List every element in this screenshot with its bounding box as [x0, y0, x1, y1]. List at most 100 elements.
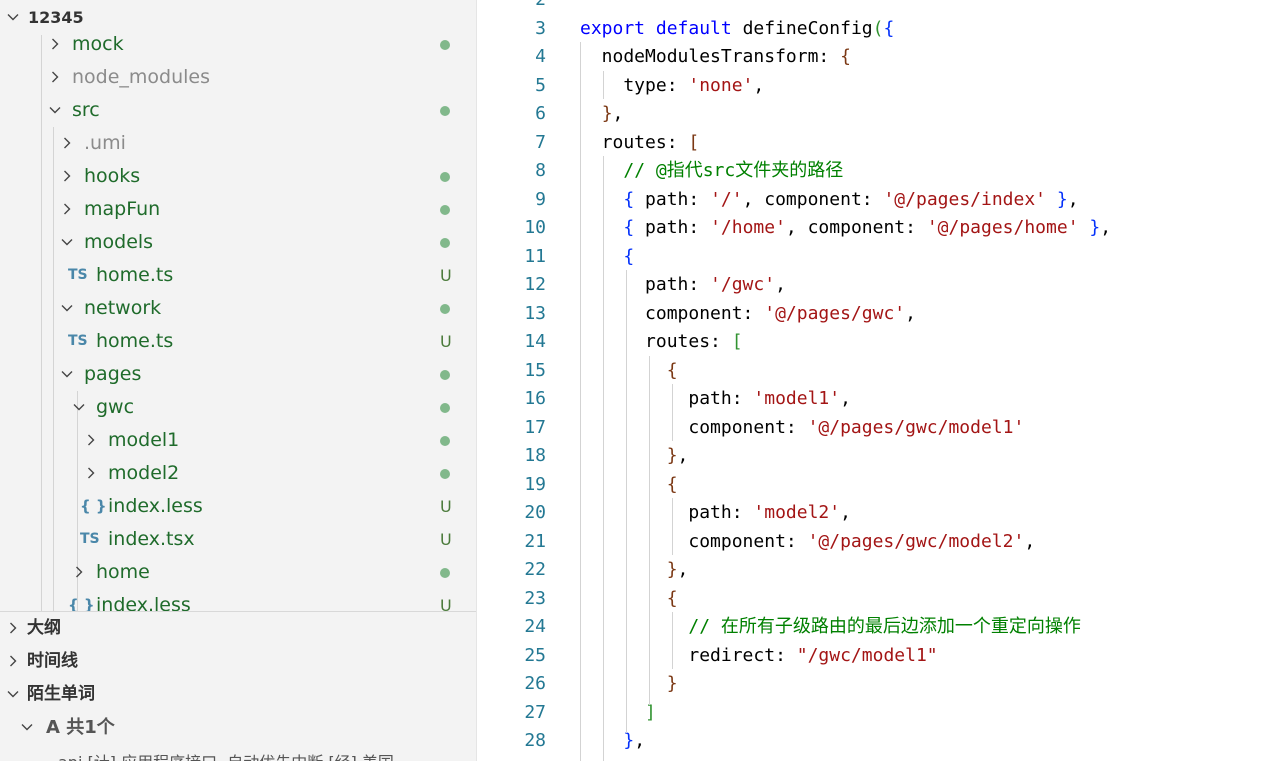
code-token: , [753, 74, 765, 96]
line-number: 22 [524, 559, 546, 580]
folder-row[interactable]: mock [0, 28, 476, 61]
chevron-down-icon [6, 687, 20, 701]
folder-row[interactable]: network [0, 292, 476, 325]
code-token: type: [580, 74, 689, 96]
code-line[interactable]: 21 component: '@/pages/gwc/model2', [478, 528, 1269, 556]
git-status-badge: U [440, 332, 452, 351]
tree-item-label: home [96, 561, 150, 583]
line-number: 9 [535, 188, 546, 210]
code-token: { [623, 245, 635, 267]
file-row[interactable]: { } index.less U [0, 490, 476, 523]
folder-row[interactable]: models [0, 226, 476, 259]
code-line[interactable]: 19 { [478, 471, 1269, 499]
code-line[interactable]: 24 // 在所有子级路由的最后边添加一个重定向操作 [478, 613, 1269, 641]
code-token: , component: [742, 188, 884, 210]
code-line[interactable]: 11 { [478, 243, 1269, 271]
code-line[interactable]: 9 { path: '/', component: '@/pages/index… [478, 186, 1269, 214]
folder-row[interactable]: mapFun [0, 193, 476, 226]
code-line[interactable]: 22 }, [478, 556, 1269, 584]
indent-guide [580, 42, 581, 761]
code-line[interactable]: 4 nodeModulesTransform: { [478, 43, 1269, 71]
indent-guide [672, 384, 673, 441]
git-modified-dot-icon [440, 403, 450, 413]
file-row[interactable]: TS home.ts U [0, 325, 476, 358]
code-text: }, [580, 556, 689, 584]
tree-item-label: mock [72, 33, 124, 55]
chevron-right-icon [60, 202, 74, 216]
git-modified-dot-icon [440, 106, 450, 116]
code-token: , [840, 388, 851, 409]
code-line[interactable]: 6 }, [478, 100, 1269, 128]
code-line[interactable]: 17 component: '@/pages/gwc/model1' [478, 414, 1269, 442]
code-line[interactable]: 16 path: 'model1', [478, 385, 1269, 413]
code-token: component: [580, 302, 765, 324]
code-line[interactable]: 2 [478, 0, 1269, 14]
folder-row[interactable]: home [0, 556, 476, 589]
vocab-group-row[interactable]: A 共1个 [0, 711, 476, 744]
folder-row[interactable]: pages [0, 358, 476, 391]
code-text: { [580, 243, 634, 271]
code-line[interactable]: 15 { [478, 357, 1269, 385]
code-token: '@/pages/index' [883, 188, 1047, 210]
chevron-right-icon [48, 70, 62, 84]
vocab-panel-header[interactable]: 陌生单词 [0, 678, 476, 711]
code-line[interactable]: 13 component: '@/pages/gwc', [478, 300, 1269, 328]
code-line[interactable]: 10 { path: '/home', component: '@/pages/… [478, 214, 1269, 242]
code-line[interactable]: 8 // @指代src文件夹的路径 [478, 157, 1269, 185]
code-line[interactable]: 26 } [478, 670, 1269, 698]
code-editor[interactable]: 23export default defineConfig({4 nodeMod… [478, 0, 1269, 761]
tree-item-label: .umi [84, 132, 126, 154]
folder-row[interactable]: node_modules [0, 61, 476, 94]
timeline-panel-header[interactable]: 时间线 [0, 645, 476, 678]
less-file-icon: { } [68, 596, 95, 611]
folder-row[interactable]: hooks [0, 160, 476, 193]
line-number: 7 [535, 131, 546, 153]
folder-row[interactable]: model2 [0, 457, 476, 490]
vocab-entry[interactable]: api [计] 应用程序接口, 自动优先中断 [经] 美国... [58, 749, 409, 761]
outline-panel-header[interactable]: 大纲 [0, 612, 476, 645]
code-token: routes: [580, 131, 689, 153]
folder-row[interactable]: .umi [0, 127, 476, 160]
git-status-badge: U [440, 530, 452, 549]
line-number: 3 [535, 17, 546, 39]
code-text: } [580, 670, 678, 698]
chevron-right-icon [72, 565, 86, 579]
code-token: { [666, 473, 678, 495]
code-line[interactable]: 14 routes: [ [478, 328, 1269, 356]
git-modified-dot-icon [440, 238, 450, 248]
code-line[interactable]: 12 path: '/gwc', [478, 271, 1269, 299]
code-token: '/home' [710, 217, 786, 238]
tree-item-label: models [84, 231, 154, 253]
code-token: , [905, 302, 916, 324]
line-number: 20 [524, 502, 546, 523]
file-row[interactable]: TS home.ts U [0, 259, 476, 292]
code-line[interactable]: 28 }, [478, 727, 1269, 755]
file-row[interactable]: { } index.less U [0, 589, 476, 611]
code-line[interactable]: 20 path: 'model2', [478, 499, 1269, 527]
line-number: 18 [524, 445, 546, 466]
chevron-down-icon [48, 103, 62, 117]
code-token: } [666, 559, 678, 580]
code-text: component: '@/pages/gwc', [580, 300, 916, 328]
file-row[interactable]: TS index.tsx U [0, 523, 476, 556]
line-number: 11 [524, 245, 546, 267]
chevron-down-icon [6, 10, 20, 24]
git-status-badge: U [440, 266, 452, 285]
code-line[interactable]: 5 type: 'none', [478, 72, 1269, 100]
code-text: // @指代src文件夹的路径 [580, 157, 843, 185]
code-line[interactable]: 25 redirect: "/gwc/model1" [478, 642, 1269, 670]
folder-row[interactable]: src [0, 94, 476, 127]
code-token: '@/pages/gwc/model2' [807, 530, 1025, 552]
code-line[interactable]: 27 ] [478, 699, 1269, 727]
code-text: { [580, 471, 678, 499]
folder-row[interactable]: model1 [0, 424, 476, 457]
code-line[interactable]: 3 export default defineConfig({ [478, 15, 1269, 43]
code-line[interactable]: 23 { [478, 585, 1269, 613]
git-status-badge: U [440, 497, 452, 516]
code-text: }, [580, 442, 689, 470]
code-line[interactable]: 7 routes: [ [478, 129, 1269, 157]
folder-row[interactable]: gwc [0, 391, 476, 424]
code-line[interactable]: 18 }, [478, 442, 1269, 470]
